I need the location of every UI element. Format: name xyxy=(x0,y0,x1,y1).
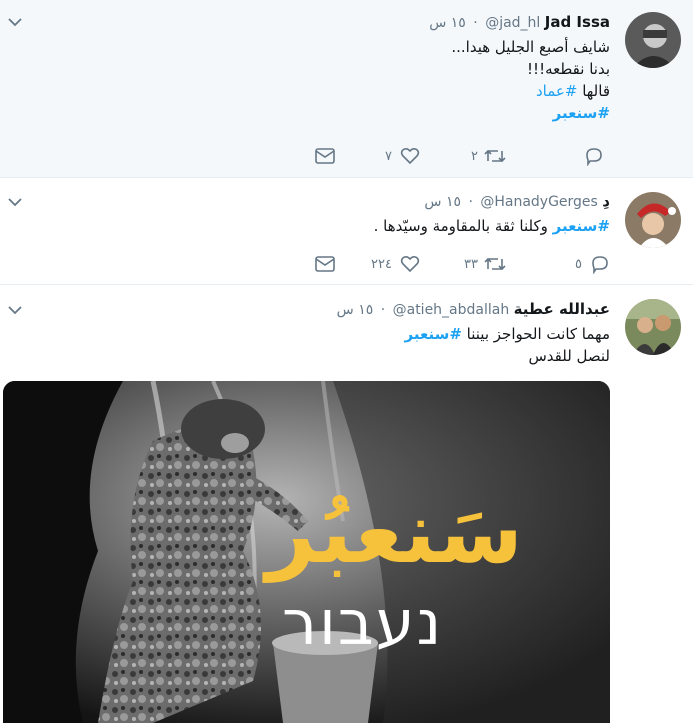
reply-icon xyxy=(592,256,608,274)
tweet-text: مهما كانت الحواجز بيننا #سنعبر لنصل للقد… xyxy=(405,323,610,367)
image-title-arabic: سَنعبُر xyxy=(266,483,523,583)
image-title-hebrew: נעבור xyxy=(282,586,444,659)
like-button[interactable]: ٢٢٤ xyxy=(371,253,420,275)
chevron-down-icon[interactable] xyxy=(8,17,22,27)
tweet-media-image[interactable]: سَنعبُر נעבור xyxy=(3,381,610,723)
hashtag-link[interactable]: #سنعبر xyxy=(553,217,610,235)
tweet-line: قالها #عماد xyxy=(535,82,610,100)
reply-count: ٥ xyxy=(575,256,582,272)
hashtag-link[interactable]: #عماد xyxy=(536,82,577,100)
tweet-header: دِ @HanadyGerges · ١٥ س xyxy=(424,192,610,210)
user-handle[interactable]: @HanadyGerges xyxy=(480,194,598,210)
tweet-line: شايف أصبع الجليل هيدا... xyxy=(451,38,610,56)
hashtag-link[interactable]: #سنعبر xyxy=(405,325,462,343)
display-name[interactable]: دِ xyxy=(602,192,610,210)
retweet-count: ٣٣ xyxy=(464,256,478,272)
retweet-button[interactable]: ٢ xyxy=(471,145,506,167)
retweet-button[interactable]: ٣٣ xyxy=(464,253,506,275)
timestamp[interactable]: ١٥ س xyxy=(424,194,461,210)
tweet-2[interactable]: دِ @HanadyGerges · ١٥ س #سنعبر وكلنا ثقة… xyxy=(0,178,693,284)
tweet-header: Jad Issa @jad_hl · ١٥ س xyxy=(429,13,610,31)
tweet-text: شايف أصبع الجليل هيدا... بدنا نقطعه!!! ق… xyxy=(451,36,610,124)
avatar[interactable] xyxy=(625,192,681,248)
tweet-line: بدنا نقطعه!!! xyxy=(527,60,610,78)
retweet-count: ٢ xyxy=(471,148,478,164)
tweet-actions: ٢ ٧ xyxy=(280,145,610,167)
tweet-header: عبدالله عطية @atieh_abdallah · ١٥ س xyxy=(336,300,610,318)
retweet-icon xyxy=(484,149,506,163)
message-icon xyxy=(315,256,335,272)
hashtag-link[interactable]: #سنعبر xyxy=(553,104,610,122)
avatar[interactable] xyxy=(625,299,681,355)
chevron-down-icon[interactable] xyxy=(8,197,22,207)
like-button[interactable]: ٧ xyxy=(385,145,420,167)
tweet-line: #سنعبر وكلنا ثقة بالمقاومة وسيّدها . xyxy=(373,217,610,235)
like-count: ٢٢٤ xyxy=(371,256,392,272)
tweet-line: مهما كانت الحواجز بيننا #سنعبر xyxy=(404,325,610,343)
retweet-icon xyxy=(484,257,506,271)
like-count: ٧ xyxy=(385,148,392,164)
user-handle[interactable]: @jad_hl xyxy=(485,15,540,31)
message-icon xyxy=(315,148,335,164)
chevron-down-icon[interactable] xyxy=(8,305,22,315)
tweet-1[interactable]: Jad Issa @jad_hl · ١٥ س شايف أصبع الجليل… xyxy=(0,0,693,177)
timestamp[interactable]: ١٥ س xyxy=(429,15,466,31)
reply-button[interactable]: ٥ xyxy=(575,253,610,275)
message-button[interactable] xyxy=(315,253,335,275)
timestamp[interactable]: ١٥ س xyxy=(337,302,374,318)
display-name[interactable]: Jad Issa xyxy=(545,13,610,31)
like-icon xyxy=(400,147,420,165)
tweet-text: #سنعبر وكلنا ثقة بالمقاومة وسيّدها . xyxy=(374,215,610,237)
display-name[interactable]: عبدالله عطية xyxy=(514,300,610,318)
like-icon xyxy=(400,255,420,273)
reply-button[interactable] xyxy=(584,145,610,167)
tweet-line: لنصل للقدس xyxy=(528,347,610,365)
avatar[interactable] xyxy=(625,12,681,68)
reply-icon xyxy=(586,148,602,166)
tweet-line: #سنعبر xyxy=(451,102,610,124)
message-button[interactable] xyxy=(315,145,335,167)
user-handle[interactable]: @atieh_abdallah xyxy=(393,302,510,318)
tweet-actions: ٥ ٣٣ ٢٢٤ xyxy=(280,253,610,275)
